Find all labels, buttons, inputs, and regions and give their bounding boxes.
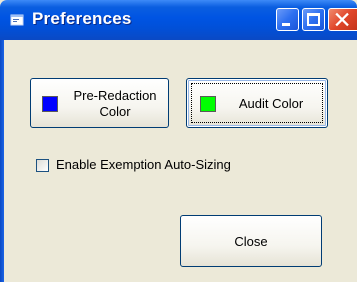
minimize-button[interactable] [276, 8, 299, 31]
exemption-auto-sizing-label[interactable]: Enable Exemption Auto-Sizing [56, 157, 231, 172]
pre-redaction-color-button[interactable]: Pre-Redaction Color [30, 78, 169, 128]
window-title: Preferences [32, 9, 132, 28]
title-bar[interactable]: Preferences [0, 0, 357, 40]
audit-color-label: Audit Color [238, 96, 304, 111]
preferences-window: Preferences Pre-Redaction Color Audit Co… [0, 0, 357, 282]
pre-redaction-color-swatch [42, 96, 58, 112]
maximize-button[interactable] [302, 8, 325, 31]
pre-redaction-label-line2: Color [99, 104, 131, 119]
close-x-icon [335, 12, 349, 27]
close-button-label: Close [234, 234, 268, 249]
minimize-icon [282, 23, 290, 26]
audit-color-button[interactable]: Audit Color [186, 78, 328, 128]
close-button[interactable]: Close [180, 215, 322, 267]
audit-color-swatch [200, 96, 216, 112]
exemption-auto-sizing-checkbox[interactable] [36, 159, 49, 172]
close-window-button[interactable] [328, 8, 357, 31]
pre-redaction-label-line1: Pre-Redaction [73, 88, 157, 103]
window-app-icon [10, 14, 24, 26]
window-frame-left [0, 40, 4, 282]
maximize-icon [307, 13, 320, 26]
